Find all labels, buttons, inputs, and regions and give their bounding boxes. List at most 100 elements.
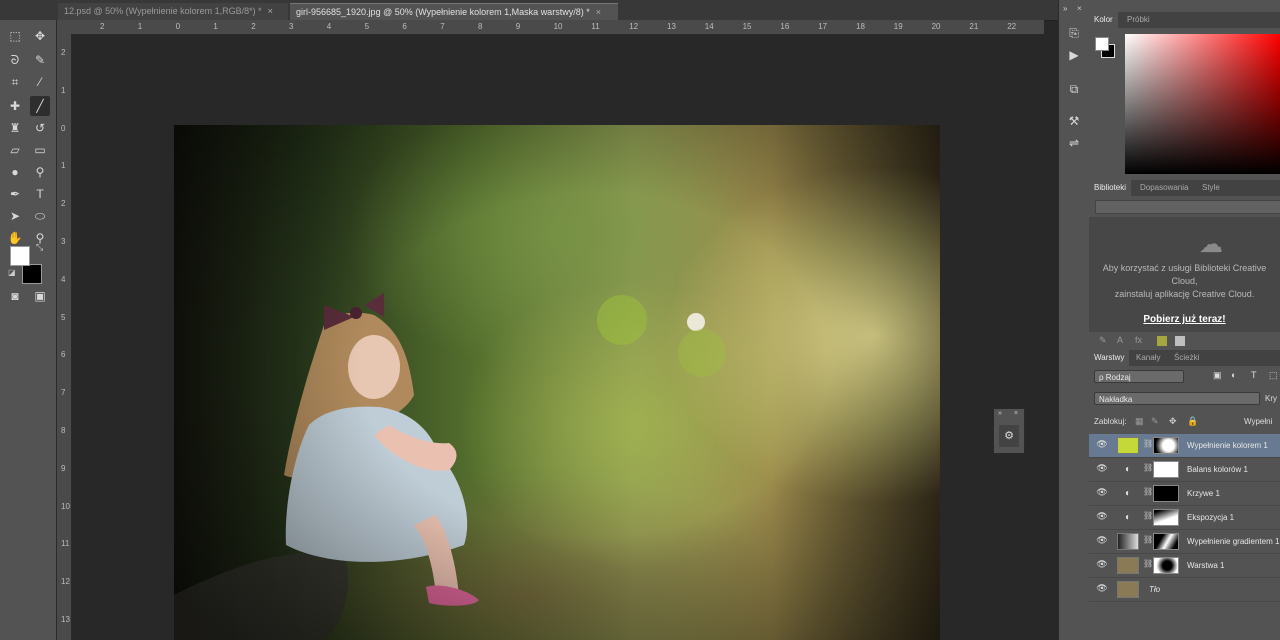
eyedropper-tool-icon[interactable]: ⁄: [30, 72, 50, 92]
tab-kanaly[interactable]: Kanały: [1131, 350, 1165, 366]
clone-source-icon[interactable]: ⧉: [1064, 80, 1084, 98]
visibility-eye-icon[interactable]: 👁: [1096, 583, 1108, 595]
hand-tool-icon[interactable]: ✋: [5, 228, 25, 248]
filter-pixel-icon[interactable]: ▣: [1213, 370, 1222, 381]
layer-filter-dropdown[interactable]: ρ Rodzaj: [1094, 370, 1184, 383]
layer-row[interactable]: 👁 Tło: [1089, 578, 1280, 602]
path-selection-tool-icon[interactable]: ➤: [5, 206, 25, 226]
visibility-eye-icon[interactable]: 👁: [1096, 463, 1108, 475]
history-brush-tool-icon[interactable]: ↺: [30, 118, 50, 138]
visibility-eye-icon[interactable]: 👁: [1096, 439, 1108, 451]
download-now-link[interactable]: Pobierz już teraz!: [1089, 314, 1280, 325]
lock-all-icon[interactable]: 🔒: [1187, 416, 1198, 427]
layer-mask-thumbnail[interactable]: [1153, 509, 1179, 526]
fill-label: Wypełni: [1244, 417, 1273, 426]
tab-style[interactable]: Style: [1197, 180, 1225, 196]
ruler-tick-label: 1: [213, 22, 218, 31]
horizontal-ruler: 2 1 0 1 2 3 4 5 6 7 8 9 10 11 12 13 14 15 16 17 18 19 20 21 22: [72, 20, 1044, 35]
link-chain-icon[interactable]: ⛓: [1143, 439, 1153, 448]
tab-dopasowania[interactable]: Dopasowania: [1135, 180, 1193, 196]
healing-brush-tool-icon[interactable]: ✚: [5, 96, 25, 116]
gradient-tool-icon[interactable]: ▭: [30, 140, 50, 160]
layer-row[interactable]: 👁 ◐ ⛓ Ekspozycja 1: [1089, 506, 1280, 530]
move-tool-icon[interactable]: ✥: [30, 26, 50, 46]
layer-row[interactable]: 👁 ⛓ Warstwa 1: [1089, 554, 1280, 578]
type-tool-icon[interactable]: T: [30, 184, 50, 204]
ellipse-tool-icon[interactable]: ⬭: [30, 206, 50, 226]
eraser-tool-icon[interactable]: ▱: [5, 140, 25, 160]
tab-biblioteki[interactable]: Biblioteki: [1089, 180, 1132, 196]
close-icon[interactable]: ×: [1014, 410, 1018, 417]
adjustments-sliders-icon[interactable]: ⇌: [1064, 134, 1084, 152]
lasso-tool-icon[interactable]: ᘐ: [5, 50, 25, 70]
lock-position-icon[interactable]: ✥: [1169, 416, 1177, 427]
filter-type-icon[interactable]: T: [1251, 370, 1257, 380]
properties-icon[interactable]: ⚙: [999, 425, 1019, 447]
actions-play-icon[interactable]: ▶: [1064, 46, 1084, 64]
link-chain-icon[interactable]: ⛓: [1143, 535, 1153, 544]
quick-mask-icon[interactable]: ◙: [5, 286, 25, 306]
tool-presets-icon[interactable]: ⚒: [1064, 112, 1084, 130]
link-chain-icon[interactable]: ⛓: [1143, 559, 1153, 568]
history-panel-icon[interactable]: ⎘: [1064, 24, 1084, 42]
visibility-eye-icon[interactable]: 👁: [1096, 511, 1108, 523]
layer-row[interactable]: 👁 ◐ ⛓ Balans kolorów 1: [1089, 458, 1280, 482]
layer-row[interactable]: 👁 ⛓ Wypełnienie gradientem 1: [1089, 530, 1280, 554]
tab-probki[interactable]: Próbki: [1122, 12, 1155, 28]
crop-tool-icon[interactable]: ⌗: [5, 72, 25, 92]
screen-mode-icon[interactable]: ▣: [30, 286, 50, 306]
lock-pixels-icon[interactable]: ✎: [1151, 416, 1159, 427]
layer-mask-thumbnail[interactable]: [1153, 533, 1179, 550]
layer-mask-thumbnail[interactable]: [1153, 437, 1179, 454]
brush-asset-icon[interactable]: ✎: [1099, 335, 1107, 346]
tab-kolor[interactable]: Kolor: [1089, 12, 1118, 28]
color-picker-field[interactable]: [1125, 34, 1280, 174]
document-image[interactable]: [174, 125, 940, 640]
character-style-icon[interactable]: A: [1117, 335, 1123, 345]
close-icon[interactable]: ×: [268, 6, 273, 16]
document-tab-girl-jpg[interactable]: girl-956685_1920.jpg @ 50% (Wypełnienie …: [290, 3, 618, 20]
library-dropdown[interactable]: [1095, 200, 1280, 214]
close-icon[interactable]: ×: [596, 7, 601, 17]
background-color-swatch[interactable]: [22, 264, 42, 284]
document-tab-12psd[interactable]: 12.psd @ 50% (Wypełnienie kolorem 1,RGB/…: [58, 3, 288, 20]
brush-tool-icon[interactable]: ╱: [30, 96, 50, 116]
close-icon[interactable]: ×: [1077, 4, 1082, 13]
blend-mode-dropdown[interactable]: Nakładka: [1094, 392, 1260, 405]
lock-transparency-icon[interactable]: ▦: [1135, 416, 1144, 427]
ruler-tick-label: 5: [364, 22, 370, 31]
ruler-tick-label: 12: [629, 22, 639, 31]
foreground-color-chip[interactable]: [1095, 37, 1109, 51]
tab-warstwy[interactable]: Warstwy: [1089, 350, 1130, 366]
filter-shape-icon[interactable]: ⬚: [1269, 370, 1278, 381]
link-chain-icon[interactable]: ⛓: [1143, 463, 1153, 472]
tab-sciezki[interactable]: Ścieżki: [1169, 350, 1204, 366]
library-message-line2: Cloud,: [1171, 276, 1198, 286]
pen-tool-icon[interactable]: ✒: [5, 184, 25, 204]
swap-colors-icon[interactable]: ⤡: [36, 242, 43, 253]
layer-style-icon[interactable]: fx: [1135, 335, 1142, 345]
clone-stamp-tool-icon[interactable]: ♜: [5, 118, 25, 138]
layer-row[interactable]: 👁 ◐ ⛓ Krzywe 1: [1089, 482, 1280, 506]
link-chain-icon[interactable]: ⛓: [1143, 487, 1153, 496]
visibility-eye-icon[interactable]: 👁: [1096, 559, 1108, 571]
marquee-tool-icon[interactable]: ⬚: [5, 26, 25, 46]
link-chain-icon[interactable]: ⛓: [1143, 511, 1153, 520]
color-asset-swatch[interactable]: [1157, 336, 1167, 346]
foreground-color-swatch[interactable]: [10, 246, 30, 266]
layer-mask-thumbnail[interactable]: [1153, 485, 1179, 502]
blur-tool-icon[interactable]: ●: [5, 162, 25, 182]
filter-adjustment-icon[interactable]: ◐: [1231, 370, 1236, 380]
layer-row[interactable]: 👁 ⛓ Wypełnienie kolorem 1: [1089, 434, 1280, 458]
dodge-tool-icon[interactable]: ⚲: [30, 162, 50, 182]
layer-mask-thumbnail[interactable]: [1153, 461, 1179, 478]
visibility-eye-icon[interactable]: 👁: [1096, 487, 1108, 499]
ruler-tick-label: 10: [61, 501, 70, 511]
quick-selection-tool-icon[interactable]: ✎: [30, 50, 50, 70]
collapse-icon[interactable]: »: [998, 410, 1002, 417]
graphic-asset-icon[interactable]: [1175, 336, 1185, 346]
layer-mask-thumbnail[interactable]: [1153, 557, 1179, 574]
default-colors-icon[interactable]: ◪: [8, 268, 16, 277]
collapse-icon[interactable]: »: [1063, 4, 1067, 13]
visibility-eye-icon[interactable]: 👁: [1096, 535, 1108, 547]
